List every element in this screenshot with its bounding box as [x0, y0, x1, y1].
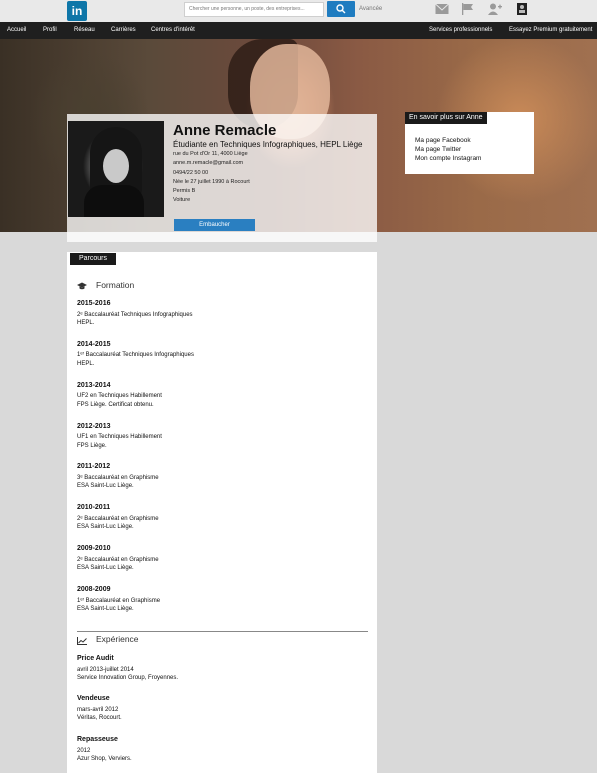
experience-dates: avril 2013-juillet 2014	[77, 667, 134, 673]
experience-dates: 2012	[77, 748, 91, 754]
experience-title: Price Audit	[77, 655, 114, 662]
graduation-cap-icon	[77, 282, 87, 290]
education-school: FPS Liège.	[77, 443, 107, 449]
avatar-body-shape	[84, 185, 144, 217]
twitter-link[interactable]: Ma page Twitter	[415, 146, 461, 153]
search-button[interactable]	[327, 1, 355, 17]
experience-title: Expérience	[96, 634, 139, 644]
profile-phone: 0494/22 50 00	[173, 170, 209, 176]
main-nav: Accueil Profil Réseau Carrières Centres …	[0, 22, 597, 39]
section-divider	[77, 631, 368, 632]
education-school: ESA Saint-Luc Liège.	[77, 524, 134, 530]
add-contact-icon[interactable]	[488, 3, 502, 15]
education-years: 2011-2012	[77, 463, 111, 470]
education-degree: 3ᵉ Baccalauréat en Graphisme	[77, 475, 159, 481]
experience-dates: mars-avril 2012	[77, 707, 119, 713]
education-years: 2015-2016	[77, 300, 111, 307]
profile-address: rue du Pot d'Or 11, 4000 Liège	[173, 151, 248, 157]
nav-item-premium[interactable]: Essayez Premium gratuitement	[509, 27, 592, 33]
experience-title: Repasseuse	[77, 736, 118, 743]
profile-email[interactable]: anne.m.remacle@gmail.com	[173, 160, 243, 166]
education-school: ESA Saint-Luc Liège.	[77, 606, 134, 612]
flag-icon[interactable]	[461, 3, 475, 15]
education-degree: 1ᵉʳ Baccalauréat en Graphisme	[77, 598, 161, 604]
education-title: Formation	[96, 280, 135, 290]
top-bar: in Chercher une personne, un poste, des …	[0, 0, 597, 22]
avatar-face-shape	[103, 149, 129, 183]
envelope-icon[interactable]	[435, 3, 449, 15]
hire-button[interactable]: Embaucher	[174, 219, 255, 231]
education-years: 2013-2014	[77, 382, 111, 389]
nav-item-services-pro[interactable]: Services professionnels	[429, 27, 492, 33]
experience-place: Azur Shop, Verviers.	[77, 756, 132, 762]
linkedin-logo[interactable]: in	[67, 1, 87, 21]
nav-item-carrieres[interactable]: Carrières	[111, 27, 136, 33]
education-degree: 2ᵉ Baccalauréat en Graphisme	[77, 557, 159, 563]
education-school: HEPL.	[77, 361, 95, 367]
account-icon[interactable]	[515, 3, 529, 15]
experience-place: Service Innovation Group, Froyennes.	[77, 675, 179, 681]
about-box: En savoir plus sur Anne Ma page Facebook…	[405, 112, 534, 174]
education-years: 2009-2010	[77, 545, 111, 552]
search-input[interactable]: Chercher une personne, un poste, des ent…	[184, 2, 324, 17]
profile-birth: Née le 27 juillet 1990 à Rocourt	[173, 179, 250, 185]
education-degree: 2ᵉ Baccalauréat Techniques Infographique…	[77, 312, 193, 318]
education-degree: 2ᵉ Baccalauréat en Graphisme	[77, 516, 159, 522]
education-years: 2008-2009	[77, 586, 111, 593]
tab-parcours[interactable]: Parcours	[70, 253, 116, 265]
education-school: ESA Saint-Luc Liège.	[77, 483, 134, 489]
education-school: ESA Saint-Luc Liège.	[77, 565, 134, 571]
education-school: FPS Liège. Certificat obtenu.	[77, 402, 154, 408]
instagram-link[interactable]: Mon compte Instagram	[415, 155, 481, 162]
facebook-link[interactable]: Ma page Facebook	[415, 137, 471, 144]
search-icon	[336, 4, 346, 14]
education-years: 2012-2013	[77, 423, 111, 430]
profile-car: Voiture	[173, 197, 191, 203]
profile-license: Permis B	[173, 188, 196, 194]
nav-item-reseau[interactable]: Réseau	[74, 27, 95, 33]
education-years: 2014-2015	[77, 341, 111, 348]
education-years: 2010-2011	[77, 504, 111, 511]
parcours-panel	[67, 252, 377, 773]
nav-item-profil[interactable]: Profil	[43, 27, 57, 33]
profile-headline: Étudiante en Techniques Infographiques, …	[173, 140, 363, 149]
about-title: En savoir plus sur Anne	[405, 112, 487, 124]
education-degree: 1ᵉʳ Baccalauréat Techniques Infographiqu…	[77, 352, 194, 358]
nav-item-accueil[interactable]: Accueil	[7, 27, 26, 33]
profile-name: Anne Remacle	[173, 122, 277, 139]
advanced-search-link[interactable]: Avancée	[359, 6, 382, 12]
nav-item-centres-interet[interactable]: Centres d'intérêt	[151, 27, 195, 33]
education-school: HEPL.	[77, 320, 95, 326]
education-degree: UF1 en Techniques Habillement	[77, 434, 162, 440]
experience-place: Véritas, Rocourt.	[77, 715, 122, 721]
trend-chart-icon	[77, 637, 87, 645]
avatar[interactable]	[68, 121, 164, 217]
experience-title: Vendeuse	[77, 695, 110, 702]
education-degree: UF2 en Techniques Habillement	[77, 393, 162, 399]
